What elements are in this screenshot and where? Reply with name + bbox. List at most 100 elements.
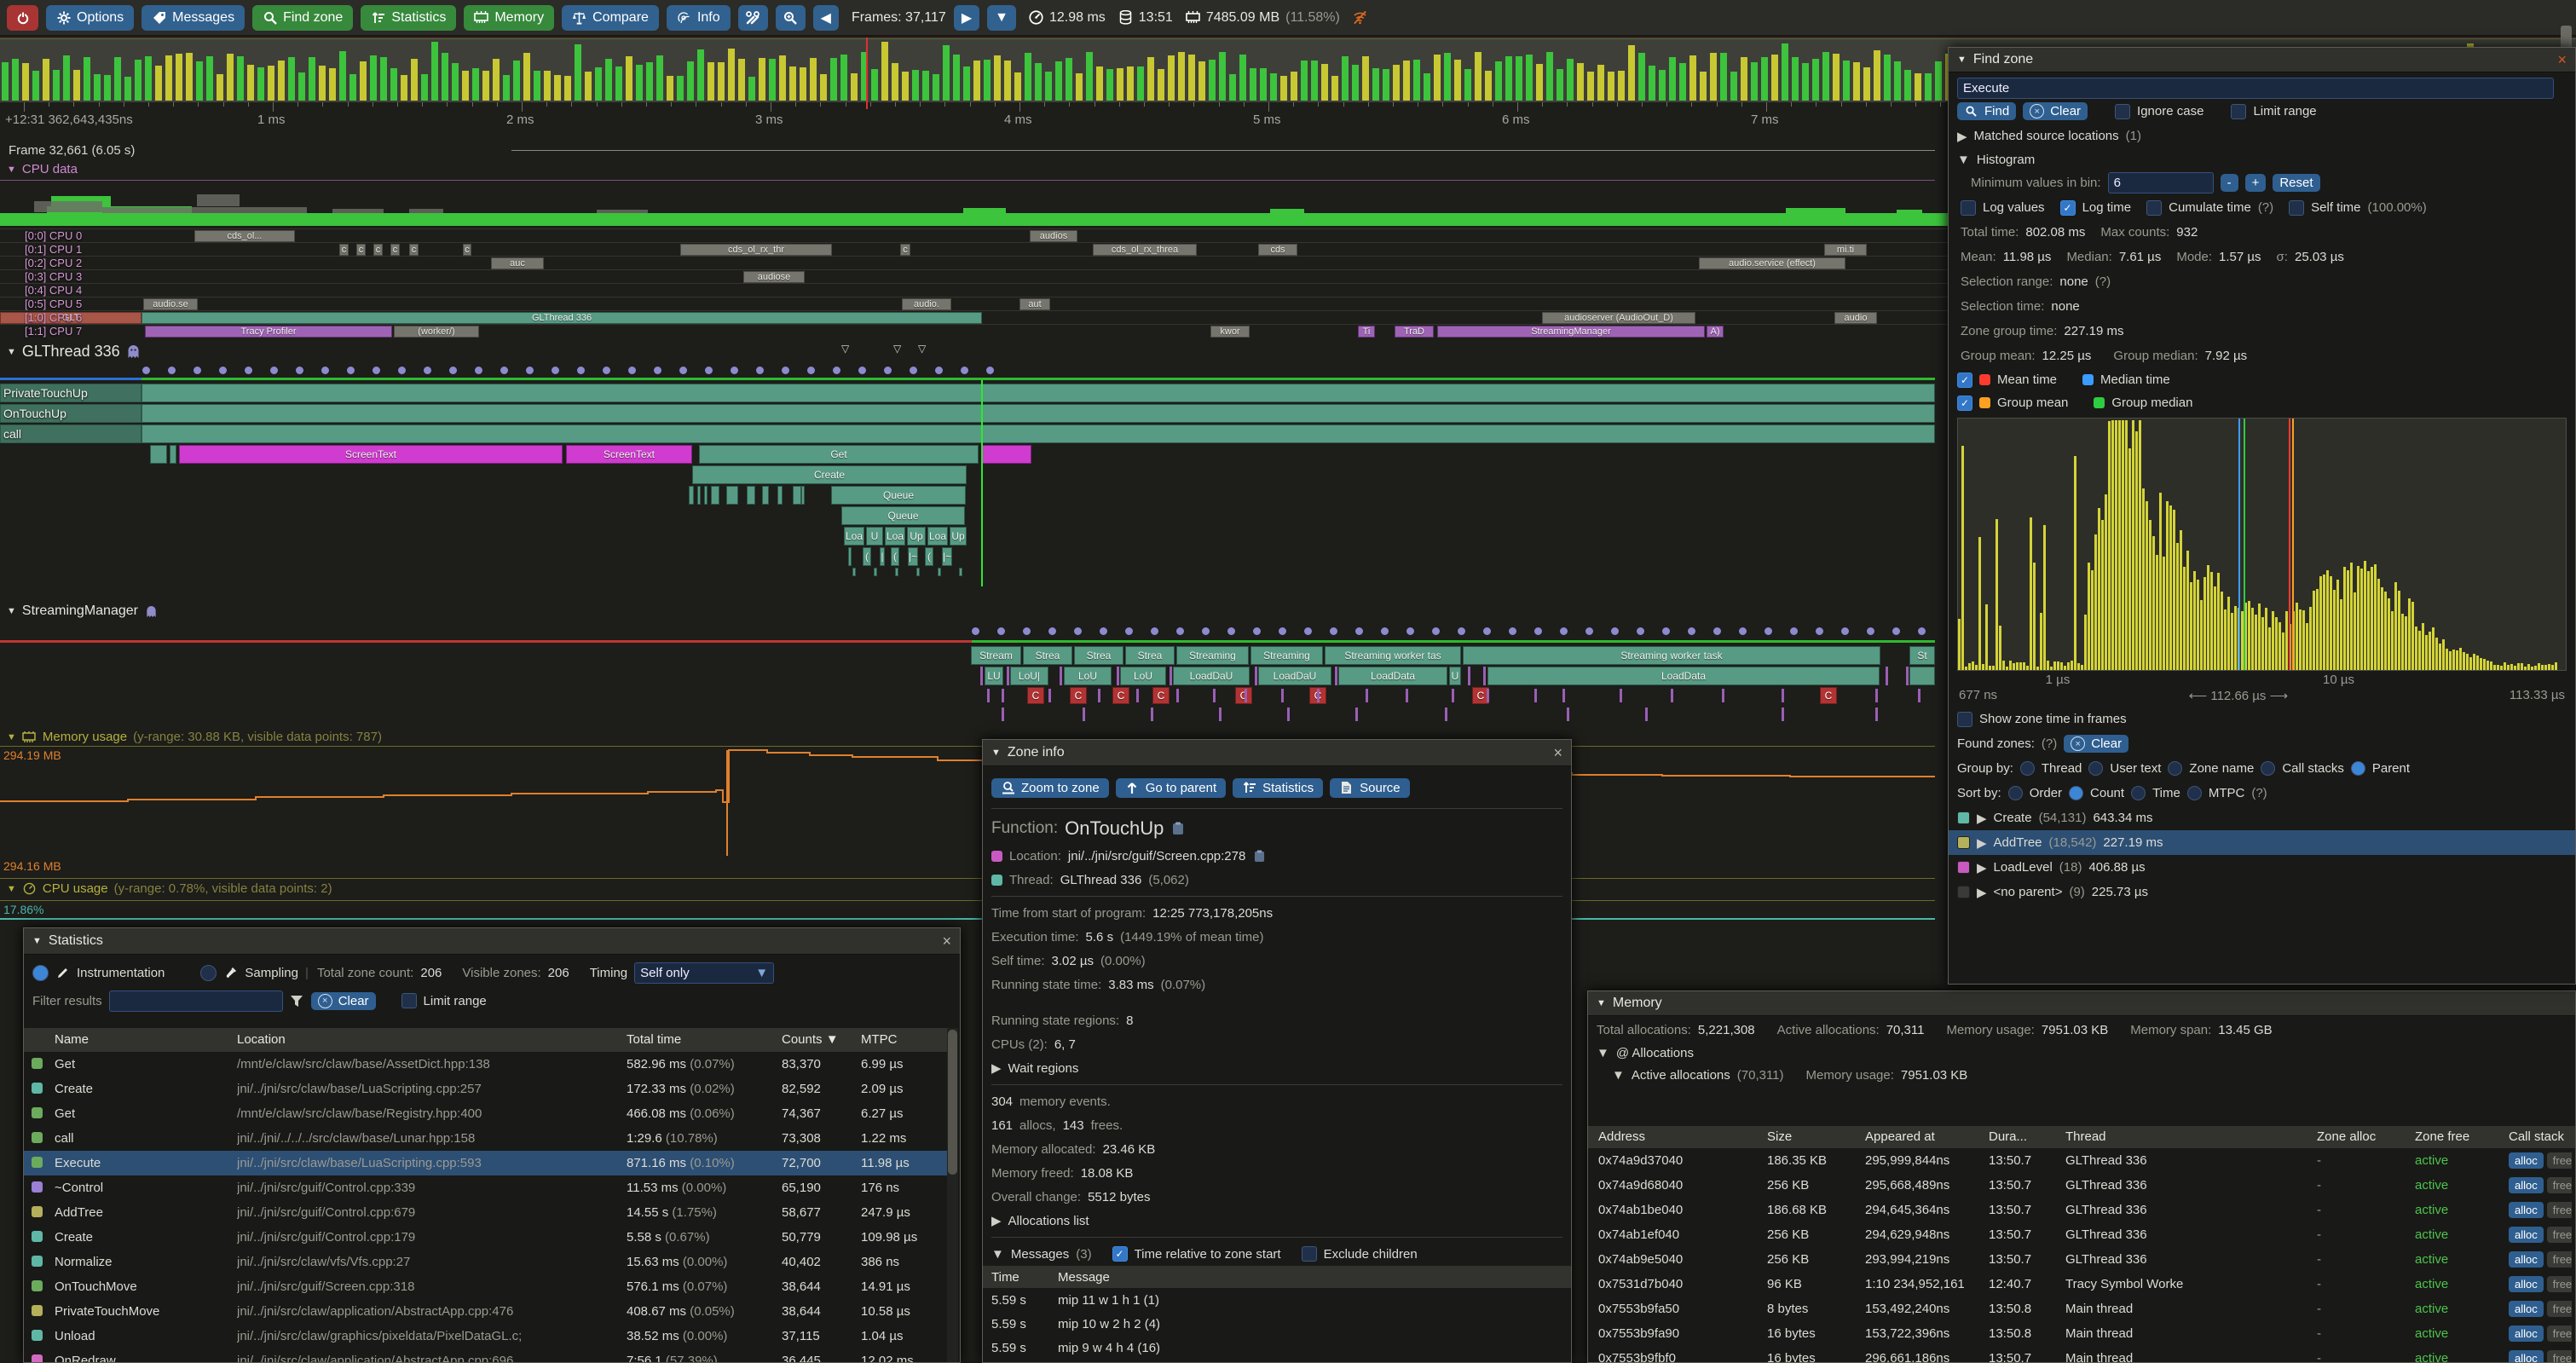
- active-allocations-header[interactable]: ▼ Active allocations (70,311) Memory usa…: [1612, 1064, 2567, 1086]
- timeline-zone[interactable]: [852, 568, 856, 576]
- message-row[interactable]: 5.59 smip 11 w 1 h 1 (1): [991, 1288, 1562, 1312]
- log-time-checkbox[interactable]: ✓: [2060, 200, 2076, 216]
- timeline-zone[interactable]: [150, 445, 167, 464]
- close-icon[interactable]: ×: [1553, 744, 1562, 762]
- table-row[interactable]: Normalizejni/../jni/src/claw/vfs/Vfs.cpp…: [24, 1250, 947, 1274]
- table-row[interactable]: 0x74ab1be040186.68 KB294,645,364ns13:50.…: [1588, 1198, 2568, 1222]
- group-user-text-radio[interactable]: [2088, 761, 2103, 776]
- zone-info-titlebar[interactable]: ▼ Zone info ×: [983, 740, 1571, 766]
- table-row[interactable]: 0x7553b9fbf016 bytes296,661,186ns13:50.7…: [1588, 1346, 2568, 1362]
- statistics-table-header[interactable]: NameLocationTotal timeCounts ▼MTPC: [24, 1028, 947, 1052]
- free-callstack-button[interactable]: free: [2547, 1350, 2572, 1362]
- timeline-zone[interactable]: (: [925, 547, 933, 566]
- found-zone-row[interactable]: ▶Create(54,131)643.34 ms: [1957, 806, 2567, 830]
- cpu-zone[interactable]: StreamingManager: [1437, 326, 1705, 338]
- timeline-zone[interactable]: Create: [692, 465, 967, 484]
- table-row[interactable]: 0x74a9d68040256 KB295,668,489ns13:50.7GL…: [1588, 1173, 2568, 1198]
- reset-button[interactable]: Reset: [2273, 174, 2319, 192]
- timeline-zone[interactable]: Loa: [885, 527, 905, 546]
- message-row[interactable]: 5.59 smip 9 w 4 h 4 (16): [991, 1336, 1562, 1360]
- timeline-zone[interactable]: LoadData: [1338, 667, 1447, 685]
- go-to-parent-button[interactable]: Go to parent: [1116, 778, 1226, 798]
- timeline-zone[interactable]: Up: [907, 527, 926, 546]
- free-callstack-button[interactable]: free: [2547, 1227, 2572, 1243]
- location-value[interactable]: jni/../jni/src/guif/Screen.cpp:278: [1068, 849, 1245, 863]
- message-row[interactable]: 5.59 smip 10 w 2 h 2 (4): [991, 1312, 1562, 1336]
- statistics-button[interactable]: Statistics: [1233, 778, 1323, 798]
- free-callstack-button[interactable]: free: [2547, 1301, 2572, 1317]
- cpu-zone[interactable]: aut: [1019, 298, 1050, 310]
- table-row[interactable]: Get/mnt/e/claw/src/claw/base/Registry.hp…: [24, 1101, 947, 1126]
- timeline-zone[interactable]: C: [1112, 687, 1129, 704]
- column-header[interactable]: Zone alloc: [2317, 1126, 2409, 1151]
- timeline-zone[interactable]: |~: [908, 547, 918, 566]
- messages-header[interactable]: ▼ Messages (3) ✓ Time relative to zone s…: [991, 1242, 1562, 1266]
- column-header[interactable]: Name: [55, 1028, 234, 1053]
- cpu-data-header[interactable]: ▼ CPU data: [7, 162, 78, 176]
- close-icon[interactable]: ×: [942, 933, 951, 950]
- funnel-icon[interactable]: [290, 994, 304, 1008]
- alloc-callstack-button[interactable]: alloc: [2509, 1350, 2544, 1362]
- alloc-callstack-button[interactable]: alloc: [2509, 1301, 2544, 1317]
- sampling-label[interactable]: Sampling: [245, 966, 298, 980]
- find-zone-histogram[interactable]: [1957, 418, 2567, 671]
- timeline-zone[interactable]: ScreenText: [566, 445, 692, 464]
- found-zone-row[interactable]: ▶LoadLevel(18)406.88 µs: [1957, 855, 2567, 880]
- timeline-zone[interactable]: [170, 445, 176, 464]
- alloc-callstack-button[interactable]: alloc: [2509, 1325, 2544, 1342]
- timeline-zone[interactable]: C: [1027, 687, 1044, 704]
- table-row[interactable]: Unloadjni/../jni/src/claw/graphics/pixel…: [24, 1324, 947, 1349]
- legend-checkbox[interactable]: ✓: [1957, 396, 1972, 411]
- cpu-zone[interactable]: c: [373, 244, 383, 256]
- memory-usage-header[interactable]: ▼ Memory usage (y-range: 30.88 KB, visib…: [7, 730, 382, 744]
- messages-table-header[interactable]: TimeMessage: [983, 1266, 1571, 1288]
- memory-table-header[interactable]: AddressSizeAppeared atDura...ThreadZone …: [1588, 1126, 2575, 1148]
- sampling-radio[interactable]: [200, 965, 217, 981]
- column-header[interactable]: Location: [237, 1028, 622, 1053]
- found-zone-row[interactable]: ▶<no parent>(9)225.73 µs: [1957, 880, 2567, 904]
- timeline-zone[interactable]: [142, 384, 1935, 402]
- timeline-zone[interactable]: [982, 445, 1031, 464]
- table-row[interactable]: Createjni/../jni/src/guif/Control.cpp:17…: [24, 1225, 947, 1250]
- goto-button[interactable]: [776, 5, 806, 31]
- free-callstack-button[interactable]: free: [2547, 1251, 2572, 1268]
- find-button[interactable]: Find: [1957, 102, 2016, 120]
- clear-found-button[interactable]: ×Clear: [2023, 102, 2088, 120]
- timeline-zone[interactable]: [777, 486, 783, 505]
- free-callstack-button[interactable]: free: [2547, 1152, 2572, 1169]
- wait-regions-expander[interactable]: ▶ Wait regions: [991, 1056, 1562, 1080]
- sort-order-radio[interactable]: [2008, 786, 2023, 800]
- clipboard-icon[interactable]: [1252, 849, 1267, 863]
- bin-minus-button[interactable]: -: [2221, 174, 2238, 192]
- cpu-zone[interactable]: audio.: [902, 298, 951, 310]
- source-button[interactable]: Source: [1330, 778, 1410, 798]
- column-header[interactable]: Call stack: [2509, 1126, 2572, 1151]
- find-zone-query-input[interactable]: [1957, 78, 2554, 99]
- alloc-callstack-button[interactable]: alloc: [2509, 1227, 2544, 1243]
- alloc-callstack-button[interactable]: alloc: [2509, 1152, 2544, 1169]
- glthread-header[interactable]: ▼ GLThread 336: [7, 343, 141, 361]
- table-row[interactable]: 0x7531d7b04096 KB1:10 234,952,16112:40.7…: [1588, 1272, 2568, 1297]
- timeline-zone[interactable]: Streaming worker tas: [1325, 646, 1461, 665]
- cpu-zone[interactable]: A): [1707, 326, 1724, 338]
- next-frame-button[interactable]: ▶: [954, 5, 979, 31]
- exclude-children-checkbox[interactable]: [1302, 1246, 1317, 1262]
- timing-select[interactable]: Self only▼: [634, 962, 774, 984]
- limit-range-checkbox[interactable]: [401, 993, 417, 1008]
- column-header[interactable]: Size: [1767, 1126, 1861, 1151]
- cpu-zone[interactable]: cds: [1258, 244, 1297, 256]
- timeline-zone[interactable]: [697, 486, 701, 505]
- timeline-zone[interactable]: |~: [942, 547, 952, 566]
- free-callstack-button[interactable]: free: [2547, 1276, 2572, 1292]
- timeline-zone[interactable]: Stream: [971, 646, 1021, 665]
- cpu-zone[interactable]: c: [356, 244, 366, 256]
- clear-filter-button[interactable]: ×Clear: [311, 992, 376, 1010]
- timeline-zone[interactable]: C: [1070, 687, 1087, 704]
- statistics-titlebar[interactable]: ▼ Statistics ×: [24, 928, 960, 955]
- cpu-zone[interactable]: mi.ti: [1824, 244, 1867, 256]
- frame-menu-button[interactable]: ▼: [987, 5, 1016, 31]
- time-relative-checkbox[interactable]: ✓: [1112, 1246, 1128, 1262]
- tools-button[interactable]: [738, 5, 768, 31]
- show-zone-time-checkbox[interactable]: [1957, 712, 1972, 727]
- timeline-zone[interactable]: [1909, 667, 1935, 685]
